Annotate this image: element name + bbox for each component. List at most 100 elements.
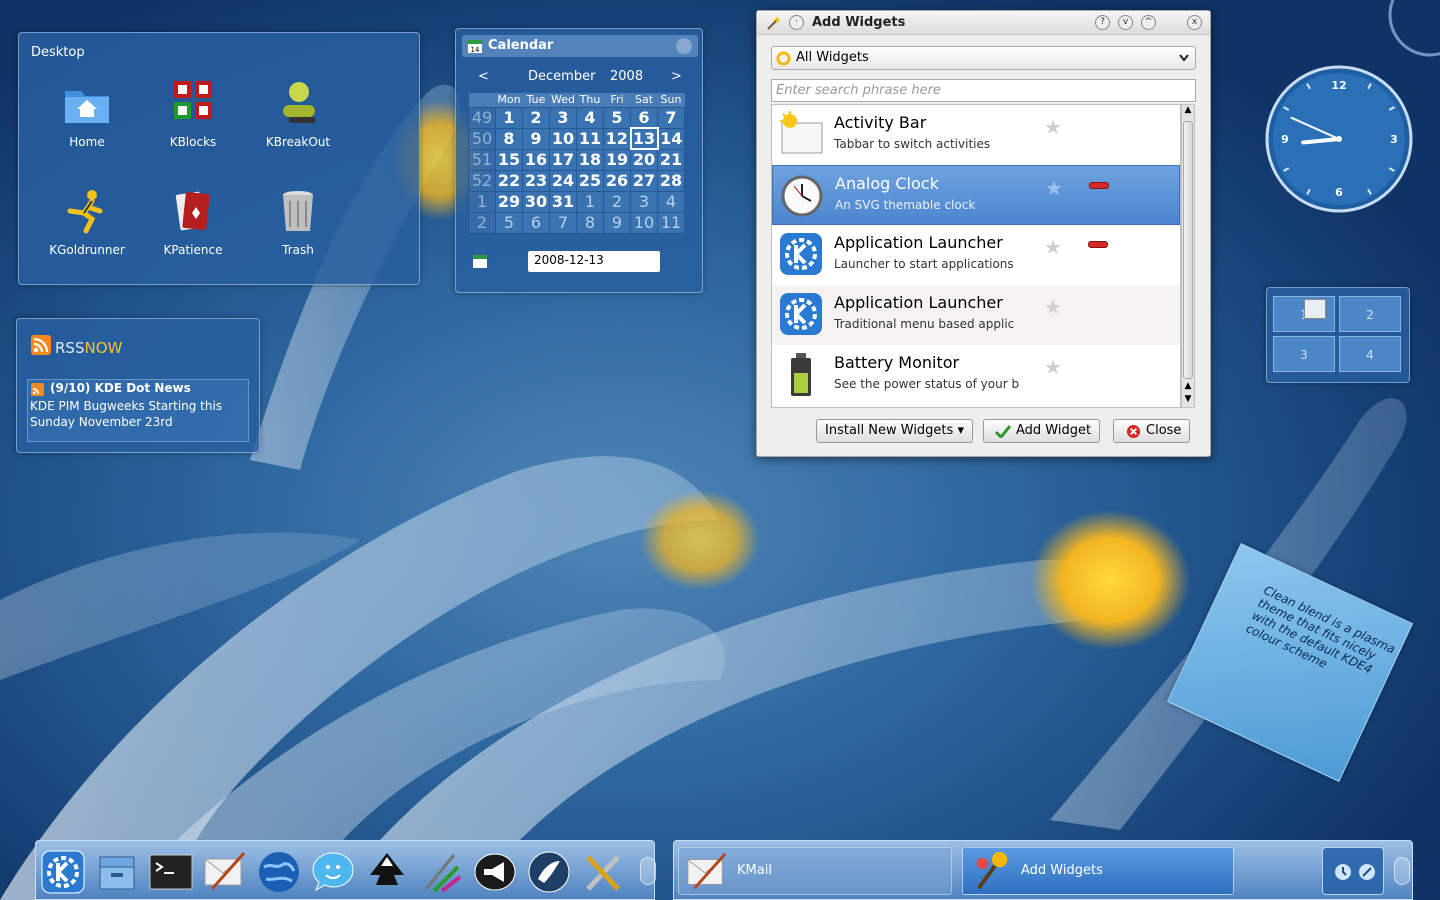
- paint-brushes-icon[interactable]: [418, 849, 464, 895]
- install-new-widgets-button[interactable]: Install New Widgets ▾: [816, 419, 973, 443]
- favorite-star-icon[interactable]: ★: [1044, 115, 1062, 139]
- calendar-day[interactable]: 15: [495, 148, 523, 171]
- window-close-button[interactable]: x: [1187, 15, 1202, 30]
- remove-widget-icon[interactable]: [1089, 182, 1109, 189]
- calendar-day[interactable]: 30: [522, 190, 550, 213]
- minimize-button[interactable]: v: [1118, 15, 1133, 30]
- pager-desktop-2[interactable]: 2: [1339, 296, 1401, 332]
- panel-handle[interactable]: [640, 857, 656, 885]
- help-button[interactable]: ?: [1095, 15, 1110, 30]
- desktop-icon-trash[interactable]: Trash: [248, 187, 348, 257]
- task-kmail[interactable]: KMail: [678, 847, 952, 895]
- calendar-day[interactable]: 2: [603, 190, 631, 213]
- calendar-day[interactable]: 9: [603, 211, 631, 234]
- panel-handle[interactable]: [1394, 857, 1410, 885]
- calendar-day[interactable]: 4: [657, 190, 685, 213]
- desktop-icon-kgoldrunner[interactable]: KGoldrunner: [37, 187, 137, 257]
- widget-row-application-launcher-menu[interactable]: Application Launcher Traditional menu ba…: [772, 285, 1180, 345]
- maximize-button[interactable]: ^: [1141, 15, 1156, 30]
- system-settings-icon[interactable]: [526, 849, 572, 895]
- favorite-star-icon[interactable]: ★: [1045, 176, 1063, 200]
- calendar-prev-button[interactable]: <: [478, 69, 489, 84]
- widget-handle-icon[interactable]: [676, 38, 692, 54]
- terminal-icon[interactable]: [148, 849, 194, 895]
- rss-item-box[interactable]: (9/10) KDE Dot News KDE PIM Bugweeks Sta…: [27, 379, 249, 442]
- calendar-day[interactable]: 7: [549, 211, 577, 234]
- dialog-menu-button[interactable]: ·: [789, 15, 804, 30]
- kde-menu-icon[interactable]: [40, 849, 86, 895]
- calendar-day[interactable]: 24: [549, 169, 577, 192]
- desktop-icon-kpatience[interactable]: KPatience: [143, 187, 243, 257]
- calendar-day[interactable]: 13: [629, 127, 659, 150]
- calendar-date-field[interactable]: 2008-12-13: [528, 251, 660, 272]
- favorite-star-icon[interactable]: ★: [1044, 235, 1062, 259]
- calendar-day[interactable]: 6: [522, 211, 550, 234]
- calendar-day[interactable]: 17: [549, 148, 577, 171]
- pager-desktop-4[interactable]: 4: [1339, 336, 1401, 372]
- klipper-icon[interactable]: [1357, 862, 1377, 882]
- network-status-icon[interactable]: [1333, 862, 1353, 882]
- widget-list-scrollbar[interactable]: ▲ ▲ ▼: [1181, 104, 1195, 408]
- widget-row-analog-clock[interactable]: Analog Clock An SVG themable clock ★: [772, 165, 1180, 225]
- desktop-icon-home[interactable]: Home: [37, 79, 137, 149]
- scrollbar-thumb[interactable]: [1183, 121, 1193, 379]
- remove-widget-icon[interactable]: [1088, 241, 1108, 248]
- calendar-year[interactable]: 2008: [610, 69, 643, 84]
- calendar-day[interactable]: 26: [603, 169, 631, 192]
- calendar-month[interactable]: December: [528, 69, 595, 84]
- widget-search-input[interactable]: Enter search phrase here: [771, 79, 1196, 102]
- kmail-icon[interactable]: [202, 849, 248, 895]
- announcement-icon[interactable]: [472, 849, 518, 895]
- calendar-day[interactable]: 19: [603, 148, 631, 171]
- calendar-day[interactable]: 23: [522, 169, 550, 192]
- widget-row-application-launcher[interactable]: Application Launcher Launcher to start a…: [772, 225, 1180, 285]
- scroll-down-arrow-icon[interactable]: ▼: [1182, 394, 1194, 406]
- analog-clock-widget[interactable]: 12 3 6 9: [1264, 64, 1414, 214]
- widget-row-battery-monitor[interactable]: Battery Monitor See the power status of …: [772, 345, 1180, 405]
- calendar-day[interactable]: 21: [657, 148, 685, 171]
- desktop-icon-kblocks[interactable]: KBlocks: [143, 79, 243, 149]
- calendar-day[interactable]: 1: [495, 106, 523, 129]
- dialog-titlebar[interactable]: · Add Widgets ? v ^ x: [757, 11, 1210, 35]
- close-button[interactable]: Close: [1113, 419, 1191, 443]
- calendar-next-button[interactable]: >: [671, 69, 682, 84]
- add-widget-button[interactable]: Add Widget: [983, 419, 1101, 443]
- category-filter-select[interactable]: All Widgets: [771, 46, 1196, 70]
- calendar-day[interactable]: 16: [522, 148, 550, 171]
- calendar-day[interactable]: 5: [495, 211, 523, 234]
- pager-desktop-3[interactable]: 3: [1273, 336, 1335, 372]
- calendar-day[interactable]: 10: [549, 127, 577, 150]
- calendar-day[interactable]: 2: [522, 106, 550, 129]
- calendar-day[interactable]: 11: [657, 211, 685, 234]
- calendar-day[interactable]: 10: [630, 211, 658, 234]
- calendar-day[interactable]: 5: [603, 106, 631, 129]
- calendar-day[interactable]: 6: [630, 106, 658, 129]
- pager-desktop-1[interactable]: 1: [1273, 296, 1335, 332]
- calendar-day[interactable]: 9: [522, 127, 550, 150]
- calendar-day[interactable]: 8: [576, 211, 604, 234]
- browser-globe-icon[interactable]: [256, 849, 302, 895]
- file-manager-icon[interactable]: [94, 849, 140, 895]
- calendar-day[interactable]: 1: [576, 190, 604, 213]
- calendar-day[interactable]: 11: [576, 127, 604, 150]
- calendar-day[interactable]: 8: [495, 127, 523, 150]
- calendar-day[interactable]: 12: [603, 127, 631, 150]
- favorite-star-icon[interactable]: ★: [1044, 355, 1062, 379]
- calendar-day[interactable]: 4: [576, 106, 604, 129]
- calendar-day[interactable]: 7: [657, 106, 685, 129]
- widget-row-activity-bar[interactable]: Activity Bar Tabbar to switch activities…: [772, 105, 1180, 165]
- chat-icon[interactable]: [310, 849, 356, 895]
- calendar-day[interactable]: 25: [576, 169, 604, 192]
- calendar-day[interactable]: 22: [495, 169, 523, 192]
- task-add-widgets[interactable]: Add Widgets: [962, 847, 1234, 895]
- calendar-day[interactable]: 20: [630, 148, 658, 171]
- calendar-day[interactable]: 28: [657, 169, 685, 192]
- calendar-day[interactable]: 27: [630, 169, 658, 192]
- calendar-day[interactable]: 14: [657, 127, 685, 150]
- calendar-day[interactable]: 18: [576, 148, 604, 171]
- calendar-day[interactable]: 31: [549, 190, 577, 213]
- favorite-star-icon[interactable]: ★: [1044, 295, 1062, 319]
- tools-icon[interactable]: [580, 849, 626, 895]
- scroll-up-arrow-icon[interactable]: ▲: [1182, 105, 1194, 119]
- calendar-day[interactable]: 3: [549, 106, 577, 129]
